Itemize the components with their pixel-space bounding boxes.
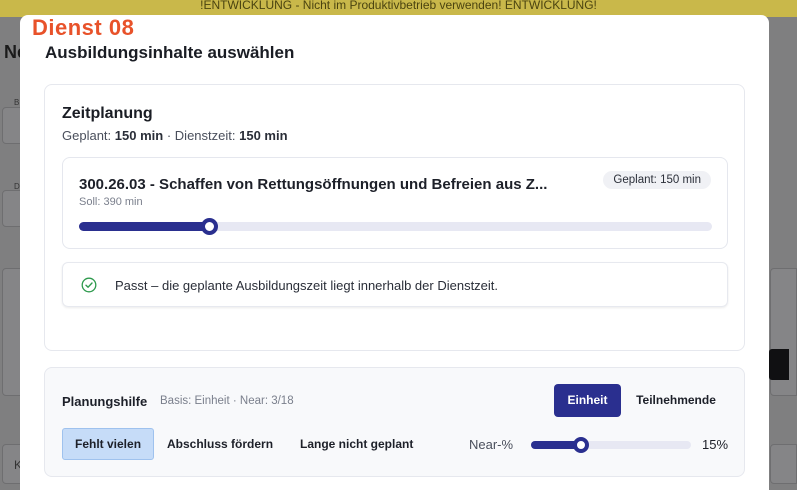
training-item-name: 300.26.03 - Schaffen von Rettungsöffnung… bbox=[79, 176, 548, 193]
planungshilfe-card: Planungshilfe Basis: Einheit · Near: 3/1… bbox=[44, 367, 745, 477]
zeitplanung-card: Zeitplanung Geplant: 150 min · Dienstzei… bbox=[44, 84, 745, 351]
training-item[interactable]: 300.26.03 - Schaffen von Rettungsöffnung… bbox=[62, 157, 728, 249]
near-percent-label: Near-% bbox=[469, 437, 514, 452]
near-percent-slider[interactable] bbox=[531, 437, 691, 453]
planungshilfe-meta: Basis: Einheit · Near: 3/18 bbox=[160, 395, 294, 407]
filter-abschluss-foerdern[interactable]: Abschluss fördern bbox=[155, 428, 285, 460]
background-field-label: B bbox=[14, 98, 20, 107]
toggle-teilnehmende[interactable]: Teilnehmende bbox=[623, 384, 729, 417]
fit-notice: Passt – die geplante Ausbildungszeit lie… bbox=[62, 262, 728, 307]
zeitplanung-title: Zeitplanung bbox=[62, 105, 153, 122]
filter-lange-nicht-geplant[interactable]: Lange nicht geplant bbox=[288, 428, 425, 460]
training-item-soll: Soll: 390 min bbox=[79, 196, 143, 208]
planned-time-fill bbox=[79, 222, 209, 231]
summary-separator: · bbox=[166, 128, 172, 143]
planungshilfe-title: Planungshilfe bbox=[62, 394, 148, 409]
dialog-title: Ausbildungsinhalte auswählen bbox=[45, 43, 295, 62]
dienstzeit-value: 150 min bbox=[239, 128, 288, 143]
filter-fehlt-vielen[interactable]: Fehlt vielen bbox=[62, 428, 155, 460]
background-input bbox=[770, 444, 797, 484]
near-percent-value: 15% bbox=[702, 437, 729, 452]
zeitplanung-summary: Geplant: 150 min · Dienstzeit: 150 min bbox=[62, 128, 288, 143]
dienstzeit-label: Dienstzeit: bbox=[174, 128, 236, 143]
geplant-value: 150 min bbox=[114, 128, 164, 143]
geplant-label: Geplant: bbox=[62, 128, 112, 143]
background-button bbox=[769, 349, 789, 380]
planned-time-slider[interactable] bbox=[79, 218, 712, 235]
geplant-badge: Geplant: 150 min bbox=[603, 171, 711, 189]
near-percent-slider-handle[interactable] bbox=[573, 437, 589, 453]
planned-time-slider-handle[interactable] bbox=[200, 218, 218, 235]
toggle-einheit[interactable]: Einheit bbox=[554, 384, 621, 417]
fit-notice-text: Passt – die geplante Ausbildungszeit lie… bbox=[115, 278, 499, 293]
select-training-content-dialog: Ausbildungsinhalte auswählen Zeitplanung… bbox=[20, 15, 769, 490]
environment-label: Dienst 08 bbox=[32, 15, 135, 40]
check-circle-icon bbox=[81, 277, 97, 293]
